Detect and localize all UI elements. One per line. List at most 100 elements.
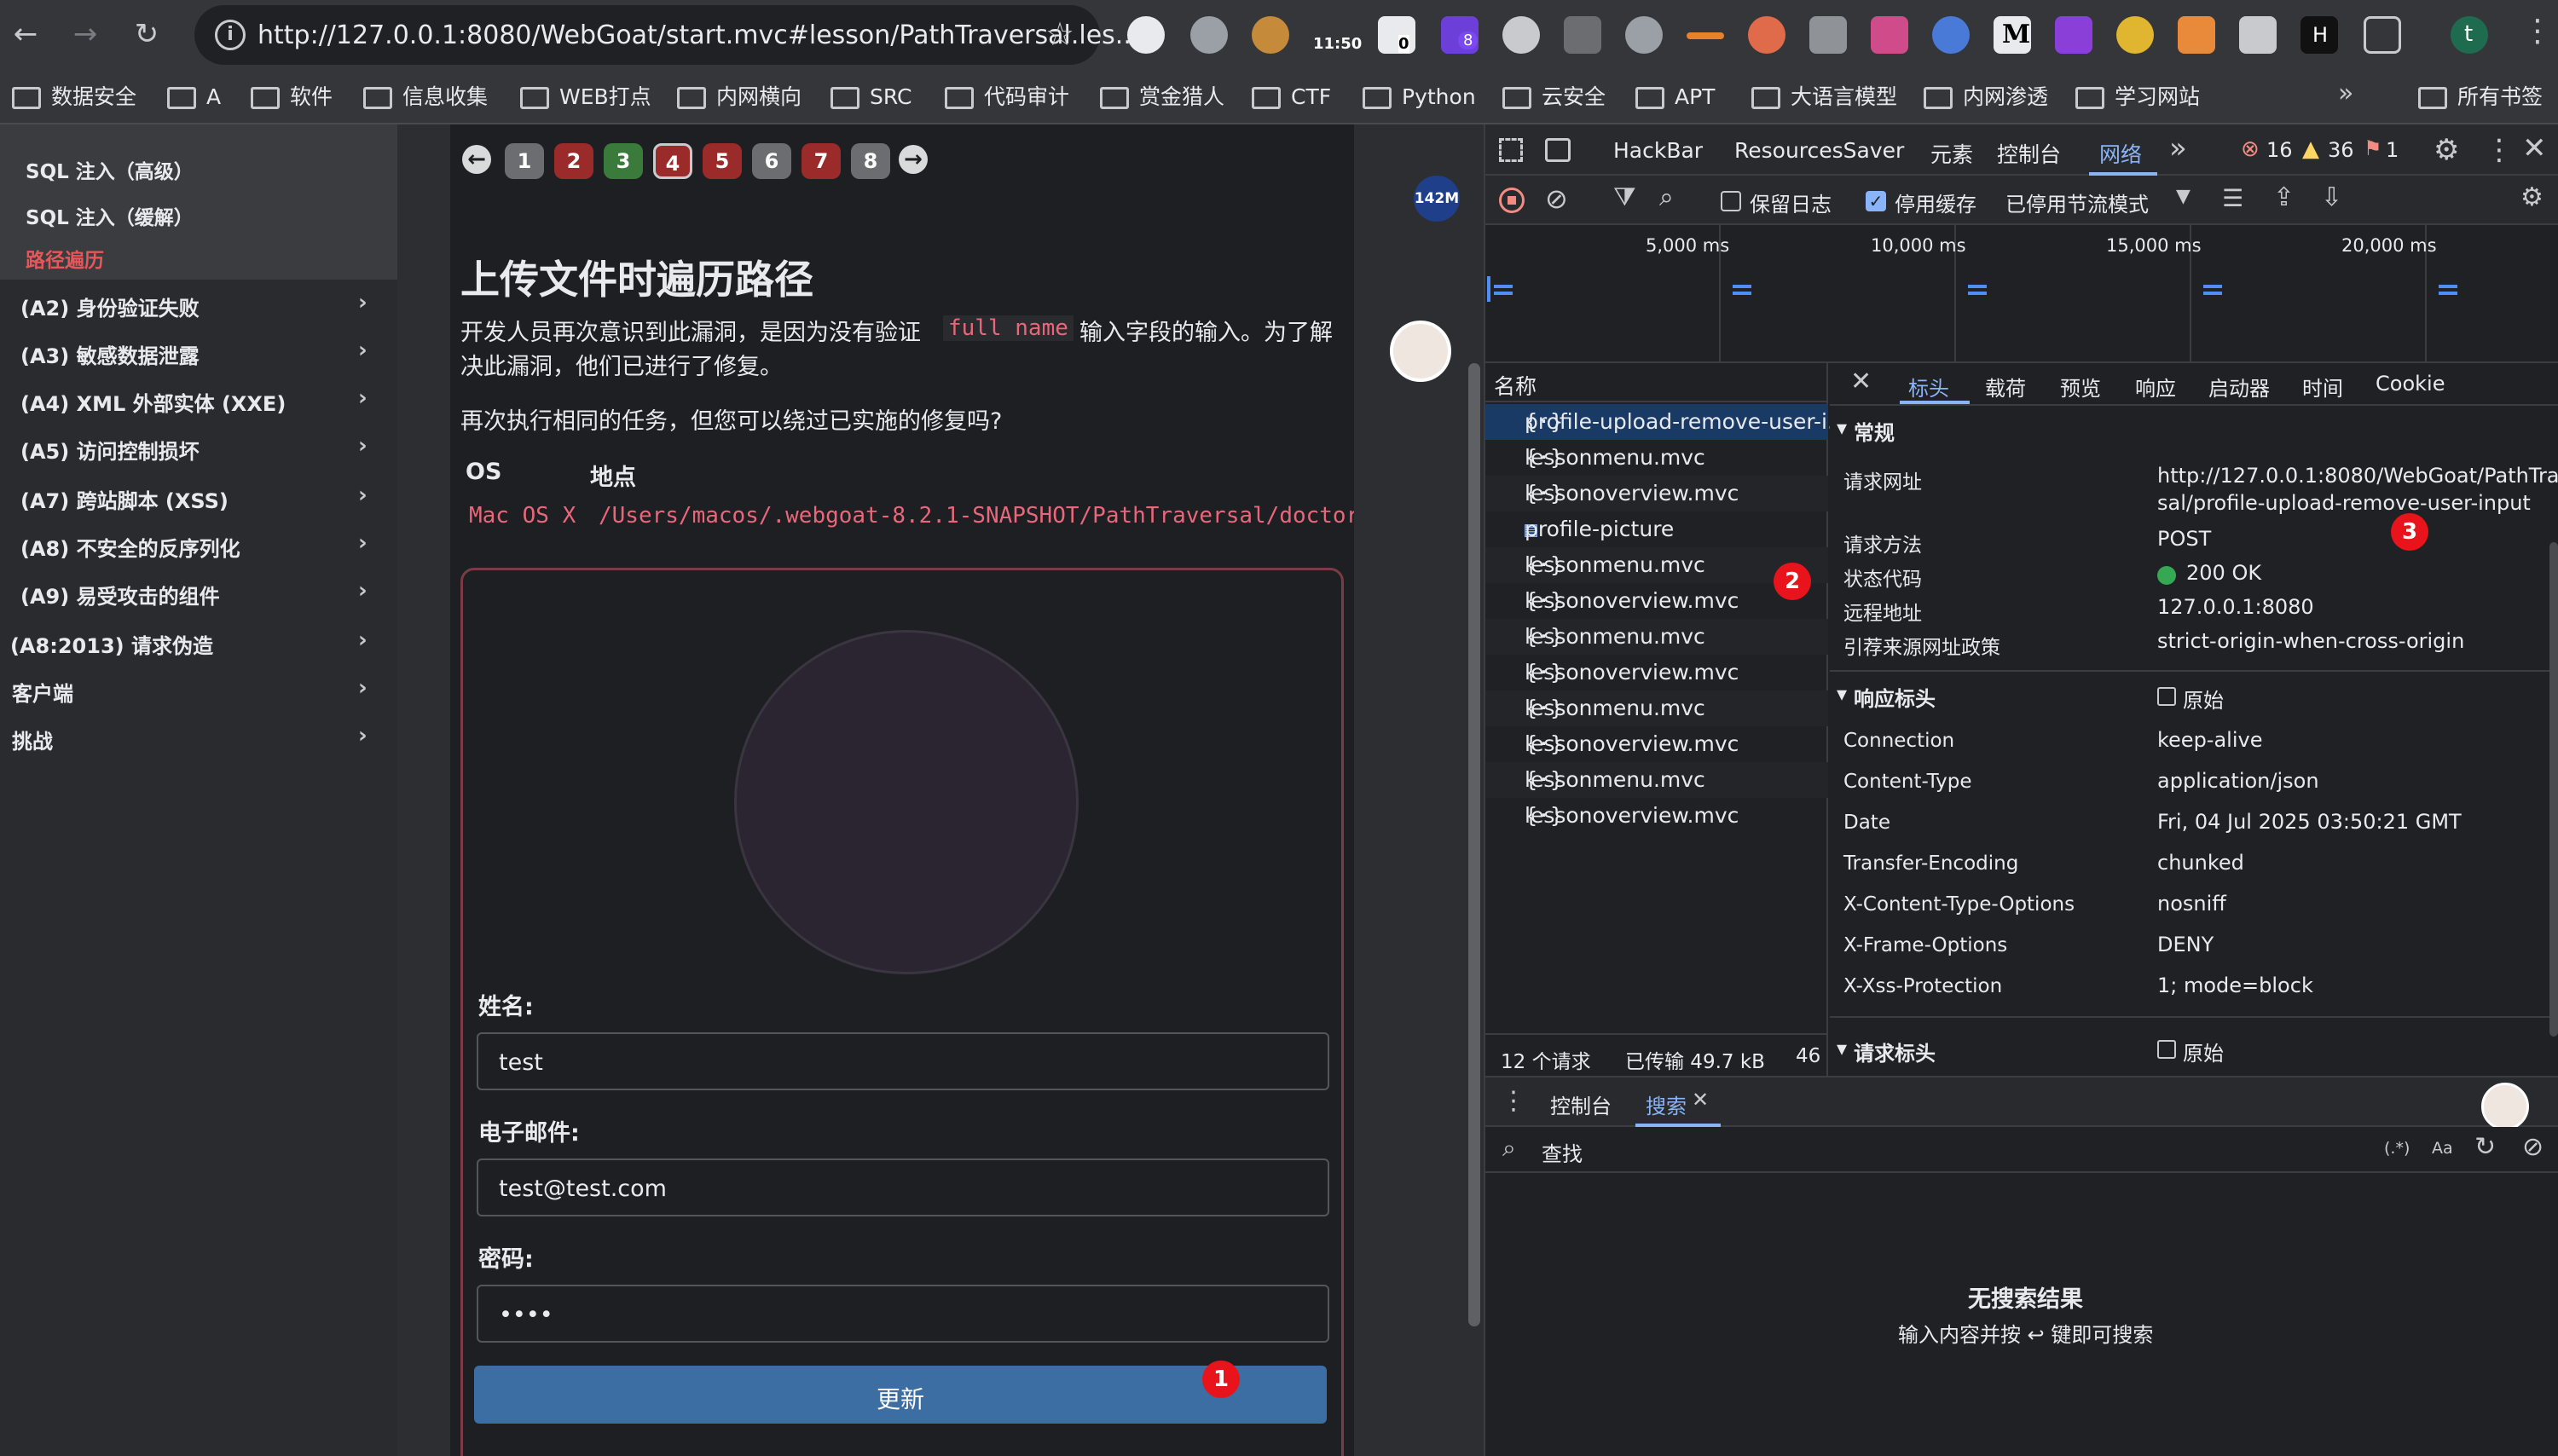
- sidebar-item[interactable]: (A8) 不安全的反序列化 ›: [0, 522, 397, 569]
- drawer-tab-console[interactable]: 控制台: [1550, 1089, 1612, 1119]
- bookmark-folder[interactable]: APT: [1635, 82, 1738, 113]
- page-button[interactable]: 1: [505, 143, 544, 179]
- all-bookmarks-folder[interactable]: 所有书签: [2418, 82, 2555, 113]
- extension-circle-icon[interactable]: [1932, 16, 1970, 54]
- extension-pin-icon[interactable]: [2116, 16, 2154, 54]
- extension-slash-icon[interactable]: [2239, 16, 2277, 54]
- page-button-active[interactable]: 4: [653, 143, 692, 179]
- request-row[interactable]: ▤ profile-picture: [1485, 511, 1828, 547]
- extensions-puzzle-icon[interactable]: [2364, 16, 2401, 54]
- clear-icon[interactable]: ⊘: [1545, 182, 1568, 215]
- close-detail-icon[interactable]: ✕: [1850, 367, 1872, 396]
- sidebar-item[interactable]: (A8:2013) 请求伪造 ›: [0, 619, 397, 667]
- raw-checkbox[interactable]: [2157, 687, 2176, 706]
- update-button[interactable]: 更新: [474, 1366, 1327, 1424]
- mascot-avatar[interactable]: [1390, 321, 1451, 382]
- match-case-toggle[interactable]: Aa: [2432, 1139, 2453, 1158]
- sidebar-item[interactable]: 挑战 ›: [0, 714, 397, 762]
- more-tabs-icon[interactable]: »: [2169, 131, 2187, 165]
- profile-avatar[interactable]: t: [2451, 16, 2488, 54]
- regex-toggle[interactable]: (.*): [2384, 1139, 2410, 1158]
- tab-elements[interactable]: 元素: [1930, 138, 1973, 169]
- bookmark-folder[interactable]: SRC: [830, 82, 924, 113]
- bookmark-folder[interactable]: A: [167, 82, 227, 113]
- page-button[interactable]: 8: [851, 143, 890, 179]
- sidebar-sub-item[interactable]: SQL 注入（高级）: [26, 155, 194, 184]
- more-bookmarks-icon[interactable]: »: [2338, 78, 2353, 108]
- record-stop-icon[interactable]: [1499, 188, 1525, 213]
- devtools-menu-icon[interactable]: ⋮: [2485, 133, 2514, 167]
- extension-zip-icon[interactable]: [1564, 16, 1601, 54]
- extension-arrow-icon[interactable]: [1687, 32, 1724, 39]
- import-har-icon[interactable]: ⇪: [2273, 182, 2295, 212]
- sidebar-item[interactable]: (A9) 易受攻击的组件 ›: [0, 569, 397, 617]
- bookmark-folder[interactable]: 学习网站: [2075, 82, 2220, 113]
- network-conditions-icon[interactable]: ☰: [2222, 184, 2243, 212]
- request-row[interactable]: {·} lessonoverview.mvc: [1485, 655, 1828, 690]
- clear-search-icon[interactable]: ⊘: [2522, 1132, 2544, 1162]
- sidebar-item[interactable]: (A2) 身份验证失败 ›: [0, 281, 397, 329]
- warning-count-icon[interactable]: ▲: [2302, 136, 2319, 162]
- section-general-toggle[interactable]: ▾: [1837, 416, 1847, 440]
- bookmark-folder[interactable]: 数据安全: [12, 82, 140, 113]
- network-timeline[interactable]: 5,000 ms 10,000 ms 15,000 ms 20,000 ms: [1485, 225, 2558, 363]
- sidebar-sub-item[interactable]: SQL 注入（缓解）: [26, 201, 194, 230]
- extension-download-icon[interactable]: [2055, 16, 2092, 54]
- section-general[interactable]: 常规: [1854, 416, 1895, 446]
- tab-headers[interactable]: 标头: [1908, 372, 1949, 402]
- extension-glasses-icon[interactable]: [1502, 16, 1540, 54]
- request-row[interactable]: {·} lessonmenu.mvc: [1485, 440, 1828, 476]
- extension-clock-icon[interactable]: 11:50: [1313, 16, 1362, 54]
- bookmark-folder[interactable]: 内网渗透: [1924, 82, 2069, 113]
- tab-cookies[interactable]: Cookie: [2376, 372, 2445, 396]
- extension-js-icon[interactable]: [1625, 16, 1663, 54]
- mascot-avatar-small[interactable]: [2481, 1083, 2529, 1130]
- inspect-element-icon[interactable]: [1499, 138, 1523, 162]
- extension-globe-icon[interactable]: [1190, 16, 1228, 54]
- bookmark-folder[interactable]: Python: [1363, 82, 1490, 113]
- sidebar-item[interactable]: (A4) XML 外部实体 (XXE) ›: [0, 377, 397, 425]
- detail-scrollbar[interactable]: [2549, 542, 2558, 1037]
- close-search-tab-icon[interactable]: ✕: [1692, 1088, 1709, 1112]
- page-button[interactable]: 3: [604, 143, 643, 179]
- export-har-icon[interactable]: ⇩: [2321, 182, 2342, 212]
- bookmark-folder[interactable]: 软件: [251, 82, 344, 113]
- chevron-down-icon[interactable]: ▼: [2176, 186, 2191, 207]
- section-response-headers[interactable]: 响应标头: [1854, 682, 1936, 712]
- extension-medium-icon[interactable]: M: [1994, 16, 2031, 54]
- scrollbar-thumb[interactable]: [1468, 363, 1480, 1326]
- device-toolbar-icon[interactable]: [1545, 138, 1571, 162]
- forward-arrow-icon[interactable]: →: [68, 17, 102, 51]
- sidebar-item[interactable]: (A5) 访问控制损坏 ›: [0, 425, 397, 472]
- search-icon[interactable]: ⌕: [1659, 182, 1674, 212]
- url-text[interactable]: http://127.0.0.1:8080/WebGoat/start.mvc#…: [258, 20, 1139, 50]
- request-row[interactable]: {·} lessonmenu.mvc: [1485, 762, 1828, 798]
- network-settings-icon[interactable]: ⚙: [2520, 182, 2544, 212]
- bookmark-folder[interactable]: 云安全: [1502, 82, 1622, 113]
- tab-initiator[interactable]: 启动器: [2208, 372, 2270, 402]
- extension-pink-icon[interactable]: [1871, 16, 1908, 54]
- raw-checkbox[interactable]: [2157, 1040, 2176, 1059]
- extension-orange-icon[interactable]: [1748, 16, 1785, 54]
- disable-cache-checkbox[interactable]: ✓: [1866, 191, 1886, 211]
- bookmark-folder[interactable]: CTF: [1252, 82, 1346, 113]
- next-page-icon[interactable]: →: [899, 145, 928, 174]
- page-button[interactable]: 6: [752, 143, 791, 179]
- tab-payload[interactable]: 载荷: [1985, 372, 2026, 402]
- extension-ghost-icon[interactable]: [1127, 16, 1165, 54]
- throttle-select[interactable]: 已停用节流模式: [2005, 188, 2149, 217]
- request-row[interactable]: {·} lessonmenu.mvc: [1485, 619, 1828, 655]
- search-input[interactable]: 查找: [1542, 1137, 1583, 1167]
- address-bar[interactable]: i http://127.0.0.1:8080/WebGoat/start.mv…: [194, 5, 1139, 65]
- site-info-icon[interactable]: i: [215, 20, 246, 50]
- extension-purple-icon[interactable]: 8: [1441, 16, 1479, 54]
- sidebar-item[interactable]: (A7) 跨站脚本 (XSS) ›: [0, 474, 397, 522]
- sidebar-item[interactable]: (A3) 敏感数据泄露 ›: [0, 329, 397, 377]
- extension-h-icon[interactable]: H: [2300, 16, 2338, 54]
- tab-resourcessaver[interactable]: ResourcesSaver: [1734, 138, 1904, 163]
- sidebar-item[interactable]: 客户端 ›: [0, 667, 397, 714]
- drawer-menu-icon[interactable]: ⋮: [1501, 1086, 1526, 1116]
- drawer-tab-search[interactable]: 搜索: [1646, 1089, 1687, 1119]
- section-request-headers[interactable]: 请求标头: [1854, 1037, 1936, 1066]
- bookmark-star-icon[interactable]: ☆: [1045, 15, 1074, 53]
